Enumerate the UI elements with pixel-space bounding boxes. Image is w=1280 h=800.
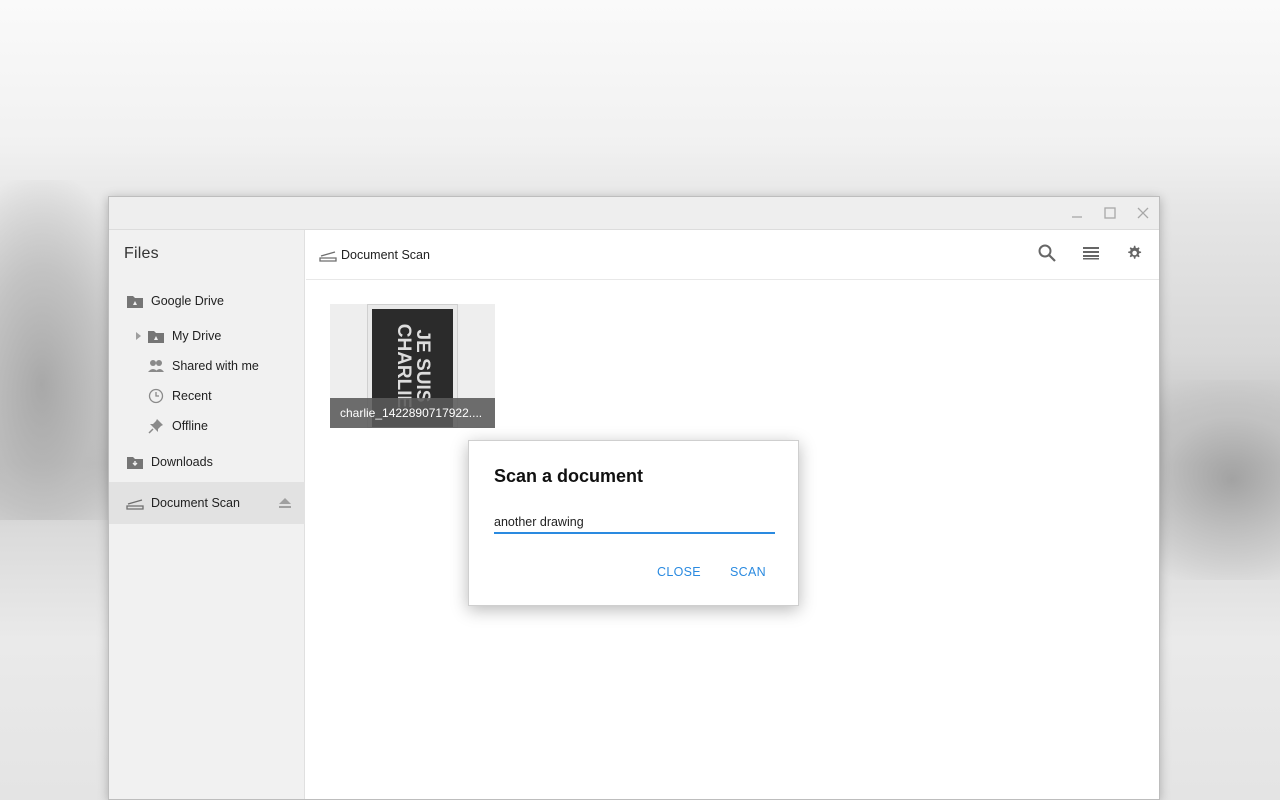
scanner-icon [126,494,144,512]
scan-button[interactable]: SCAN [730,565,766,579]
window-titlebar[interactable] [109,197,1159,230]
people-icon [147,357,165,375]
document-name-input[interactable] [494,512,775,534]
sidebar-item-label: Document Scan [151,496,240,510]
gear-icon [1126,245,1142,266]
toolbar: Document Scan [306,230,1159,280]
settings-button[interactable] [1123,244,1145,266]
sidebar-item-document-scan[interactable]: Document Scan [109,482,305,524]
eject-icon[interactable] [278,497,292,512]
clock-icon [147,387,165,405]
sidebar-item-label: Recent [172,389,212,403]
maximize-icon[interactable] [1102,205,1118,221]
app-title: Files [124,245,159,262]
sidebar-item-label: Offline [172,419,208,433]
minimize-icon[interactable] [1069,205,1085,221]
sidebar-item-downloads[interactable]: Downloads [109,447,305,477]
sidebar-item-my-drive[interactable]: My Drive [109,321,305,351]
close-button[interactable]: CLOSE [657,565,701,579]
drive-folder-icon [147,327,165,345]
thumbnail-text: JE SUIS CHARLIE [392,323,433,409]
close-icon[interactable] [1135,205,1151,221]
search-icon [1038,244,1056,267]
sidebar-item-label: Google Drive [151,294,224,308]
sidebar-item-label: My Drive [172,329,222,343]
expand-arrow-icon[interactable] [134,331,144,341]
breadcrumb-label: Document Scan [341,248,430,262]
drive-folder-icon [126,292,144,310]
sidebar-item-google-drive[interactable]: Google Drive [109,286,305,316]
list-view-icon [1082,246,1100,265]
download-folder-icon [126,453,144,471]
file-name: charlie_1422890717922.... [330,398,495,428]
pin-icon [147,417,165,435]
breadcrumb[interactable]: Document Scan [319,246,430,264]
sidebar-item-shared-with-me[interactable]: Shared with me [109,351,305,381]
sidebar-item-offline[interactable]: Offline [109,411,305,441]
dialog-title: Scan a document [494,466,644,486]
scan-dialog: Scan a document CLOSE SCAN [468,440,799,606]
sidebar-item-recent[interactable]: Recent [109,381,305,411]
search-button[interactable] [1036,244,1058,266]
sidebar: Files Google Drive My Drive Shared with … [109,230,305,799]
sidebar-item-label: Downloads [151,455,213,469]
sidebar-item-label: Shared with me [172,359,259,373]
list-view-button[interactable] [1080,244,1102,266]
file-tile[interactable]: JE SUIS CHARLIE charlie_1422890717922.... [330,304,495,428]
scanner-icon [319,246,337,264]
